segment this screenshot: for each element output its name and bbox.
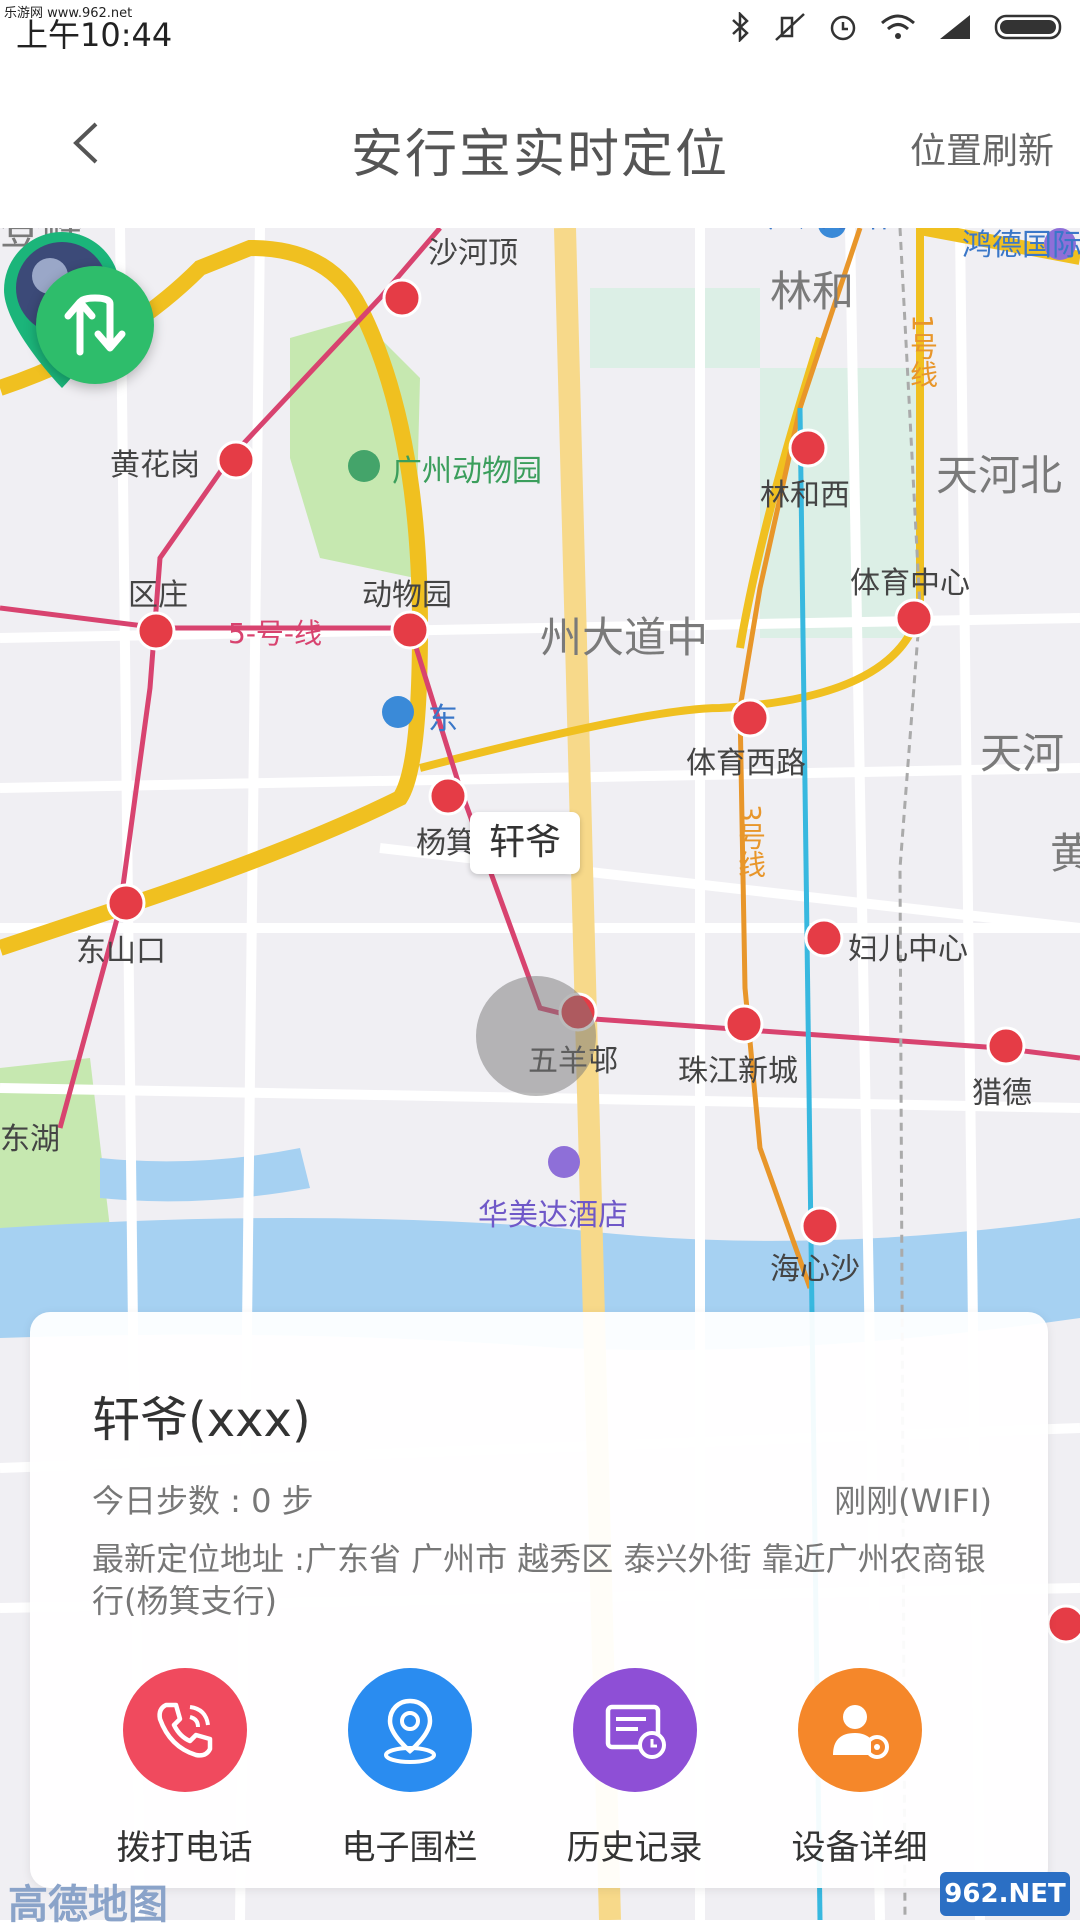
user-settings-icon (797, 1668, 922, 1792)
latest-address: 最新定位地址 :广东省 广州市 越秀区 泰兴外街 靠近广州农商银行(杨箕支行) (92, 1540, 986, 1620)
history-button[interactable]: 历史记录 (522, 1668, 747, 1869)
map-label: 海心沙 (770, 1252, 860, 1287)
switch-arrows-icon (64, 294, 126, 356)
map-label: 天河 (980, 729, 1065, 778)
map-label: 体育中心 (850, 566, 970, 601)
map-label: 沙河顶 (428, 236, 518, 271)
map-label: 黄花岗 (110, 448, 200, 483)
map-label: 东山口 (76, 934, 166, 969)
map-label: 妇儿中心 (848, 932, 968, 967)
switch-device-button[interactable] (36, 266, 154, 384)
amap-logo: 高德地图 (8, 1882, 168, 1928)
call-phone-button[interactable]: 拨打电话 (72, 1668, 297, 1869)
map-label: 东湖 (0, 1122, 60, 1157)
location-accuracy-circle (476, 976, 596, 1096)
update-status: 刚刚(WIFI) (834, 1482, 992, 1520)
map-label: 动物园 (362, 578, 452, 613)
status-icons (730, 12, 1066, 42)
map-label: 广州东站 (768, 228, 888, 236)
map-label: 5-号-线 (228, 617, 323, 650)
device-info-card: 轩爷(xxx) 今日步数 : 0 步 刚刚(WIFI) 最新定位地址 :广东省 … (30, 1312, 1048, 1888)
map-label: 广州动物园 (392, 454, 542, 489)
device-name-callout: 轩爷 (470, 812, 580, 874)
map-label: 东 (428, 702, 458, 737)
device-details-button[interactable]: 设备详细 (747, 1668, 972, 1869)
map-label: 猎德 (972, 1076, 1032, 1111)
metro-line-label: 1号线 (906, 314, 939, 388)
battery-icon (994, 14, 1062, 40)
status-bar: 乐游网 www.962.net 上午10:44 (0, 0, 1080, 60)
bluetooth-icon (732, 12, 749, 42)
action-label: 设备详细 (791, 1828, 928, 1868)
map-label: 天河北 (936, 451, 1063, 500)
metro-line-label: 3号线 (734, 804, 767, 878)
location-pin-icon (347, 1668, 472, 1792)
map-label: 林和西 (760, 478, 850, 513)
site-logo: 962.NET (940, 1872, 1070, 1916)
map-label: 杨箕 (416, 826, 476, 861)
map-label: 鸿德国际 (962, 228, 1080, 263)
signal-icon (940, 15, 970, 39)
geofence-button[interactable]: 电子围栏 (297, 1668, 522, 1869)
history-icon (572, 1668, 697, 1792)
status-time: 上午10:44 (16, 16, 173, 54)
map-label: 华美达酒店 (478, 1198, 628, 1233)
action-label: 历史记录 (566, 1828, 703, 1868)
refresh-location-button[interactable]: 位置刷新 (910, 122, 1054, 174)
action-label: 电子围栏 (341, 1828, 478, 1868)
map-label: 林和 (770, 267, 855, 316)
action-label: 拨打电话 (116, 1828, 253, 1868)
wifi-icon (881, 14, 915, 39)
alarm-icon (830, 15, 856, 41)
device-name: 轩爷(xxx) (92, 1392, 311, 1448)
app-header: 安行宝实时定位 位置刷新 (0, 60, 1080, 228)
map-label: 黄 (1050, 829, 1080, 878)
step-count: 今日步数 : 0 步 (92, 1482, 314, 1520)
map-label: 州大道中 (540, 613, 709, 662)
mute-icon (775, 13, 805, 41)
map-label: 区庄 (128, 578, 188, 613)
action-bar: 拨打电话 电子围栏 历史记录 设备详细 (30, 1668, 1048, 1869)
map-label: 体育西路 (686, 746, 806, 781)
map-label: 珠江新城 (678, 1054, 798, 1089)
phone-icon (122, 1668, 247, 1792)
